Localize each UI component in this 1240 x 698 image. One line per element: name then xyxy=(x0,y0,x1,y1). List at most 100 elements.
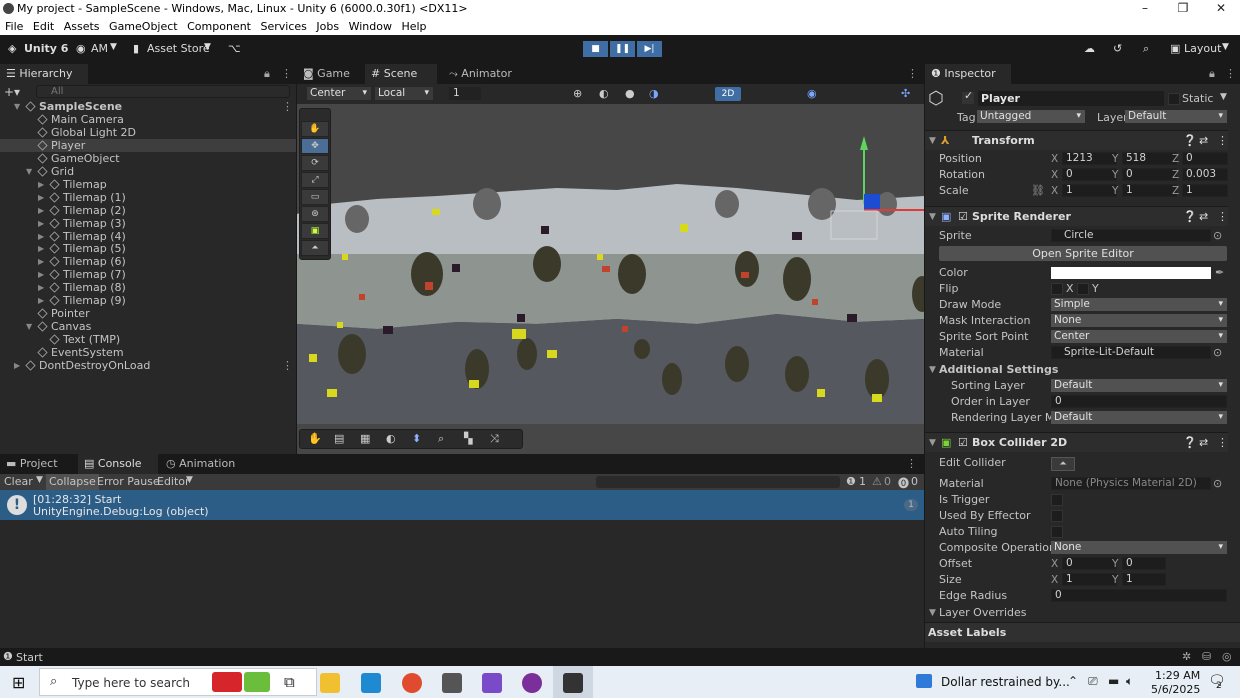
hand-tool-icon[interactable]: ✋ xyxy=(301,121,329,137)
cloud-icon[interactable]: ☁ xyxy=(1084,42,1095,55)
hierarchy-item[interactable]: ▼ Grid xyxy=(0,165,296,178)
position-x-field[interactable]: 1213 xyxy=(1062,152,1117,165)
eyedropper-icon[interactable]: ✒ xyxy=(1215,265,1224,281)
draw-mode-dropdown[interactable]: Simple xyxy=(1051,298,1227,311)
position-y-field[interactable]: 518 xyxy=(1122,152,1177,165)
unity-version-button[interactable]: Unity 6 xyxy=(24,42,68,55)
hierarchy-item[interactable]: Player xyxy=(0,138,296,152)
help-icon[interactable]: ❔ xyxy=(1183,131,1197,151)
tab-animator[interactable]: ⤳ Animator xyxy=(443,64,513,84)
taskbar-search[interactable]: ⌕ Type here to search xyxy=(39,668,317,696)
layout-button[interactable]: Layout xyxy=(1184,42,1221,55)
hierarchy-item[interactable]: ▶ Tilemap (6) xyxy=(0,255,296,268)
link-icon[interactable]: ⛓ xyxy=(1031,183,1045,199)
windows-start-icon[interactable]: ⊞ xyxy=(12,673,25,692)
expand-arrow-icon[interactable]: ▶ xyxy=(38,294,47,307)
hierarchy-item[interactable]: GameObject xyxy=(0,152,296,165)
clear-options-icon[interactable]: ▼ xyxy=(36,475,43,485)
preset-icon[interactable]: ⇄ xyxy=(1199,131,1208,151)
tab-project[interactable]: ▬ Project xyxy=(0,454,76,474)
hierarchy-item[interactable]: Text (TMP) xyxy=(0,333,296,346)
color-swatch[interactable] xyxy=(1051,267,1211,279)
expand-arrow-icon[interactable]: ▼ xyxy=(26,165,35,178)
sorting-layer-dropdown[interactable]: Default xyxy=(1051,379,1227,392)
lighting-icon[interactable]: ◑ xyxy=(649,87,659,100)
tab-hierarchy[interactable]: ☰ Hierarchy xyxy=(0,64,88,84)
more-options-icon[interactable]: ⋮ xyxy=(1217,433,1228,453)
volume-icon[interactable]: 🔈︎ xyxy=(1126,674,1133,689)
gizmos-icon[interactable]: ✣ xyxy=(901,87,910,100)
scene-viewport[interactable]: ✋ ✥ ⟳ ⤢ ▭ ⊛ ▣ ⏶ ✋ ▤ ▦ ◐ ⬍ ⌕ ▚ ⤨ xyxy=(297,104,924,454)
hierarchy-item[interactable]: Main Camera xyxy=(0,113,296,126)
menu-file[interactable]: File xyxy=(5,18,23,35)
preset-icon[interactable]: ⇄ xyxy=(1199,207,1208,227)
size-x-field[interactable]: 1 xyxy=(1062,573,1117,586)
clock-date[interactable]: 5/6/2025 xyxy=(1151,683,1200,696)
menu-jobs[interactable]: Jobs xyxy=(316,18,339,35)
menu-assets[interactable]: Assets xyxy=(64,18,100,35)
scale-tool-icon[interactable]: ⤢ xyxy=(301,172,329,188)
help-icon[interactable]: ❔ xyxy=(1183,207,1197,227)
additional-settings-row[interactable]: ▼ Additional Settings xyxy=(925,362,1228,378)
cache-icon[interactable]: ⛁ xyxy=(1202,650,1211,663)
object-picker-icon[interactable]: ⊙ xyxy=(1213,345,1222,361)
sprite-renderer-header[interactable]: ▼ ▣ ☑ Sprite Renderer ❔ ⇄ ⋮ xyxy=(925,206,1228,226)
select-icon[interactable]: ⬍ xyxy=(412,432,421,445)
erase-icon[interactable]: ▚ xyxy=(464,432,472,445)
expand-arrow-icon[interactable]: ▶ xyxy=(38,178,47,191)
object-name-field[interactable]: Player xyxy=(978,91,1164,106)
mode-2d-button[interactable]: 2D xyxy=(715,87,741,101)
flip-x-checkbox[interactable] xyxy=(1051,283,1063,295)
effector-checkbox[interactable] xyxy=(1051,510,1063,522)
expand-arrow-icon[interactable]: ▶ xyxy=(38,268,47,281)
menu-window[interactable]: Window xyxy=(349,18,392,35)
open-sprite-editor-button[interactable]: Open Sprite Editor xyxy=(939,246,1227,261)
rendering-layer-dropdown[interactable]: Default xyxy=(1051,411,1227,424)
object-picker-icon[interactable]: ⊙ xyxy=(1213,228,1222,244)
pivot-dropdown[interactable]: Center xyxy=(307,87,371,100)
hierarchy-search-input[interactable]: All xyxy=(36,85,290,98)
status-text[interactable]: Start xyxy=(16,651,43,664)
hierarchy-item[interactable]: ▼ Canvas xyxy=(0,320,296,333)
fill-icon[interactable]: ◐ xyxy=(386,432,396,445)
flip-y-checkbox[interactable] xyxy=(1077,283,1089,295)
account-button[interactable]: AM xyxy=(91,42,108,55)
file-explorer-icon[interactable] xyxy=(320,673,340,693)
expand-arrow-icon[interactable]: ▶ xyxy=(38,191,47,204)
battery-icon[interactable]: ▬ xyxy=(1108,674,1119,688)
expand-arrow-icon[interactable]: ▶ xyxy=(38,242,47,255)
more-options-icon[interactable]: ⋮ xyxy=(1217,131,1228,151)
visibility-icon[interactable]: ◉ xyxy=(807,87,817,100)
tab-scene[interactable]: # Scene xyxy=(365,64,437,84)
scale-x-field[interactable]: 1 xyxy=(1062,184,1117,197)
space-dropdown[interactable]: Local xyxy=(375,87,433,100)
error-icon[interactable]: ⓿ xyxy=(898,475,909,491)
lock-icon[interactable]: 🔒︎ xyxy=(264,67,270,81)
rotate-tool-icon[interactable]: ⟳ xyxy=(301,155,329,171)
expand-arrow-icon[interactable]: ▶ xyxy=(38,230,47,243)
more-options-icon[interactable]: ⋮ xyxy=(281,67,292,80)
composite-dropdown[interactable]: None xyxy=(1051,541,1227,554)
rect-tool-icon[interactable]: ▭ xyxy=(301,189,329,205)
static-checkbox[interactable] xyxy=(1168,93,1180,105)
offset-x-field[interactable]: 0 xyxy=(1062,557,1117,570)
hierarchy-item[interactable]: ▶ Tilemap xyxy=(0,178,296,191)
news-widget-text[interactable]: Dollar restrained by... xyxy=(941,675,1070,689)
tray-chevron-icon[interactable]: ⌃ xyxy=(1068,674,1078,688)
log-entry[interactable]: ! [01:28:32] Start UnityEngine.Debug:Log… xyxy=(0,490,924,520)
grid-snap-input[interactable]: 1 xyxy=(449,87,481,100)
object-picker-icon[interactable]: ⊙ xyxy=(1213,476,1222,492)
collider-tool-icon[interactable]: ▣ xyxy=(301,223,329,239)
more-options-icon[interactable]: ⋮ xyxy=(907,67,918,80)
error-pause-button[interactable]: Error Pause xyxy=(97,475,160,488)
asset-store-button[interactable]: Asset Store xyxy=(147,42,210,55)
add-icon[interactable]: +▾ xyxy=(4,85,20,99)
collapse-button[interactable]: Collapse xyxy=(46,474,99,490)
hierarchy-item[interactable]: ▶ Tilemap (9) xyxy=(0,294,296,307)
hierarchy-item[interactable]: ▶ Tilemap (7) xyxy=(0,268,296,281)
gizmo-icon[interactable]: ⊕ xyxy=(573,87,582,100)
transform-header[interactable]: ▼ ⅄ Transform ❔ ⇄ ⋮ xyxy=(925,130,1228,150)
hierarchy-item[interactable]: Global Light 2D xyxy=(0,126,296,139)
auto-tiling-checkbox[interactable] xyxy=(1051,526,1063,538)
shading-icon[interactable]: ◐ xyxy=(599,87,609,100)
